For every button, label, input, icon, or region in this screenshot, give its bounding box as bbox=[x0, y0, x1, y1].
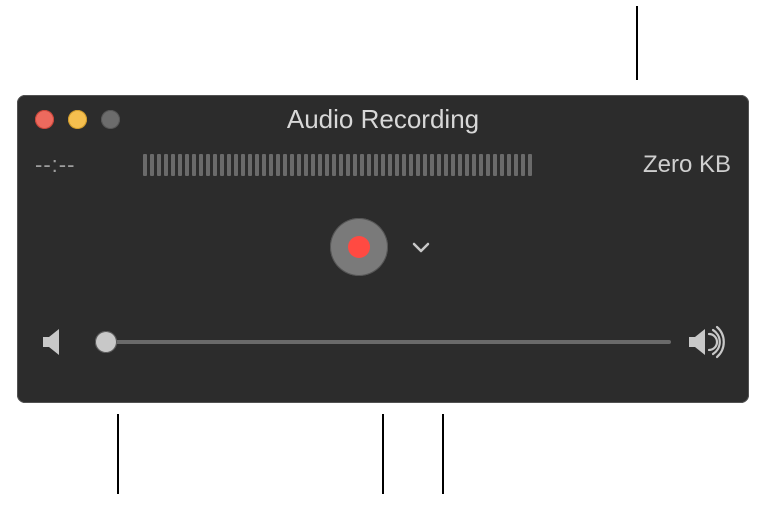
meter-tick bbox=[192, 154, 196, 176]
meter-tick bbox=[479, 154, 483, 176]
titlebar: Audio Recording bbox=[17, 95, 749, 143]
meter-tick bbox=[234, 154, 238, 176]
status-row: --:-- Zero KB bbox=[17, 143, 749, 187]
zoom-button[interactable] bbox=[101, 110, 120, 129]
meter-tick bbox=[346, 154, 350, 176]
meter-tick bbox=[276, 154, 280, 176]
file-size: Zero KB bbox=[621, 151, 731, 179]
meter-tick bbox=[199, 154, 203, 176]
callout-line-record bbox=[382, 414, 384, 494]
meter-tick bbox=[157, 154, 161, 176]
meter-tick bbox=[178, 154, 182, 176]
meter-tick bbox=[423, 154, 427, 176]
meter-tick bbox=[360, 154, 364, 176]
meter-tick bbox=[171, 154, 175, 176]
audio-recording-window: Audio Recording --:-- Zero KB bbox=[17, 95, 749, 403]
elapsed-time: --:-- bbox=[35, 152, 125, 178]
volume-row bbox=[17, 307, 749, 377]
meter-tick bbox=[514, 154, 518, 176]
meter-tick bbox=[409, 154, 413, 176]
meter-tick bbox=[283, 154, 287, 176]
close-button[interactable] bbox=[35, 110, 54, 129]
meter-tick bbox=[395, 154, 399, 176]
meter-tick bbox=[507, 154, 511, 176]
meter-tick bbox=[227, 154, 231, 176]
meter-tick bbox=[206, 154, 210, 176]
meter-tick bbox=[339, 154, 343, 176]
meter-tick bbox=[269, 154, 273, 176]
volume-max-icon bbox=[687, 325, 727, 359]
meter-tick bbox=[241, 154, 245, 176]
meter-tick bbox=[255, 154, 259, 176]
callout-line-volume bbox=[117, 414, 119, 494]
record-button[interactable] bbox=[330, 218, 388, 276]
traffic-lights bbox=[17, 110, 120, 129]
meter-tick bbox=[388, 154, 392, 176]
meter-tick bbox=[220, 154, 224, 176]
meter-tick bbox=[528, 154, 532, 176]
meter-tick bbox=[416, 154, 420, 176]
meter-tick bbox=[332, 154, 336, 176]
meter-tick bbox=[486, 154, 490, 176]
meter-tick bbox=[367, 154, 371, 176]
callout-line-options bbox=[442, 414, 444, 494]
meter-tick bbox=[150, 154, 154, 176]
meter-tick bbox=[472, 154, 476, 176]
meter-tick bbox=[290, 154, 294, 176]
slider-track bbox=[95, 340, 671, 344]
meter-tick bbox=[465, 154, 469, 176]
meter-tick bbox=[143, 154, 147, 176]
meter-tick bbox=[500, 154, 504, 176]
meter-tick bbox=[458, 154, 462, 176]
meter-tick bbox=[262, 154, 266, 176]
meter-tick bbox=[374, 154, 378, 176]
options-button[interactable] bbox=[406, 232, 436, 262]
meter-tick bbox=[297, 154, 301, 176]
meter-tick bbox=[311, 154, 315, 176]
meter-tick bbox=[304, 154, 308, 176]
meter-tick bbox=[325, 154, 329, 176]
record-icon bbox=[348, 236, 370, 258]
meter-tick bbox=[444, 154, 448, 176]
meter-tick bbox=[318, 154, 322, 176]
meter-tick bbox=[164, 154, 168, 176]
volume-min-icon bbox=[39, 325, 79, 359]
meter-tick bbox=[248, 154, 252, 176]
controls-row bbox=[17, 187, 749, 307]
callout-line-filesize bbox=[636, 6, 638, 80]
meter-tick bbox=[185, 154, 189, 176]
window-title: Audio Recording bbox=[17, 104, 749, 135]
meter-tick bbox=[437, 154, 441, 176]
slider-knob[interactable] bbox=[95, 331, 117, 353]
meter-tick bbox=[451, 154, 455, 176]
meter-tick bbox=[493, 154, 497, 176]
volume-slider[interactable] bbox=[95, 330, 671, 354]
meter-tick bbox=[521, 154, 525, 176]
level-meter bbox=[143, 154, 603, 176]
meter-tick bbox=[402, 154, 406, 176]
chevron-down-icon bbox=[411, 237, 431, 257]
meter-tick bbox=[353, 154, 357, 176]
meter-tick bbox=[213, 154, 217, 176]
meter-tick bbox=[430, 154, 434, 176]
meter-tick bbox=[381, 154, 385, 176]
minimize-button[interactable] bbox=[68, 110, 87, 129]
